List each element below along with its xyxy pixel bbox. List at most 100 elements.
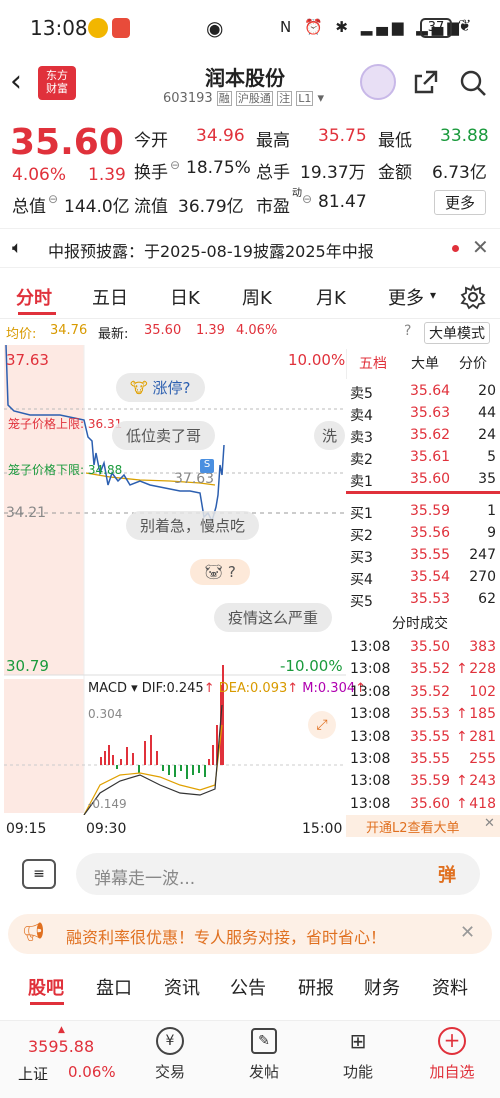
trade-time: 13:08 [350,639,391,655]
danmu-bubble[interactable]: 疫情这么严重 [214,603,333,632]
tab-monthly[interactable]: 月K [316,284,346,310]
content-tabs: 股吧 盘口 资讯 公告 研报 财务 资料 [0,962,500,1010]
tab-five-levels[interactable]: 五档 [359,353,387,373]
trade-button[interactable]: ¥ 交易 [130,1025,210,1082]
trade-volume: 383 [469,639,496,655]
settings-gear-icon[interactable] [460,284,486,310]
tab-handicap[interactable]: 盘口 [96,974,132,1000]
yen-icon: ¥ [156,1027,184,1055]
macd-bottom-label: -0.149 [88,797,127,811]
tab-finance[interactable]: 财务 [364,974,400,1000]
close-icon[interactable]: ✕ [460,922,475,943]
danmu-bubble[interactable]: 🐷︎ ? [190,559,250,585]
macd-header: MACD ▾ DIF:0.245↑ DEA:0.093↑ M:0.304↑ [88,681,367,696]
macd-bar [174,765,176,777]
danmu-send-button[interactable]: 弹 [438,861,456,887]
big-order-mode-button[interactable]: 大单模式 [424,322,490,344]
ask-row[interactable]: 卖1 35.60 35 [348,469,498,491]
tab-research[interactable]: 研报 [298,974,334,1000]
tag-connect: 沪股通 [235,91,273,106]
macd-bar [168,765,170,775]
chevron-down-icon[interactable]: ▾ [430,288,436,302]
tab-intraday[interactable]: 分时 [16,284,52,310]
danmu-input[interactable]: 弹幕走一波... 弹 [76,853,480,895]
trade-arrow: ↑ [456,795,468,812]
level-volume: 1 [487,503,496,519]
danmu-bubble[interactable]: 🐮︎ 涨停? [116,373,205,402]
macd-bar [144,741,146,765]
post-button[interactable]: ✎ 发帖 [224,1025,304,1082]
tab-daily[interactable]: 日K [170,284,200,310]
ask-row[interactable]: 卖4 35.63 44 [348,403,498,425]
tab-profile[interactable]: 资料 [432,974,468,1000]
tag-margin: 融 [216,91,232,106]
notice-bar[interactable]: 🔈︎ 中报预披露：于2025-08-19披露2025年中报 ✕ [0,228,500,268]
info-icon[interactable]: ⊖ [48,192,58,206]
chevron-down-icon[interactable]: ▾ [131,681,138,696]
battery-icon: 37 [420,18,452,38]
tab-big-orders[interactable]: 大单 [411,353,439,373]
tab-weekly[interactable]: 周K [242,284,272,310]
index-pct: 0.06% [68,1063,116,1081]
back-icon[interactable]: ‹ [10,64,22,99]
close-icon[interactable]: ✕ [484,816,495,831]
speaker-icon: 🔈︎ [12,238,23,258]
dea-value: DEA:0.093 [218,681,288,696]
more-button[interactable]: 更多 [434,190,487,215]
danmu-bubble[interactable]: 别着急，慢点吃 [126,511,260,540]
trade-volume: 243 [469,773,496,790]
level-price: 35.54 [410,569,451,585]
ask-row[interactable]: 卖2 35.61 5 [348,447,498,469]
time-start: 09:15 [6,821,47,837]
functions-button[interactable]: ⊞ 功能 [318,1025,398,1082]
tab-more[interactable]: 更多 [388,284,424,310]
info-icon[interactable]: ⊖ [170,158,180,172]
trade-time: 13:08 [350,751,391,767]
danmu-toggle-icon[interactable]: ≡ [22,859,56,889]
s-marker-icon[interactable]: S [200,459,214,473]
help-icon[interactable]: ? [404,323,411,339]
search-icon[interactable] [458,68,488,98]
bid-row[interactable]: 买4 35.54 270 [348,567,498,589]
level-label: 卖3 [350,430,373,446]
bid-row[interactable]: 买1 35.59 1 [348,501,498,523]
trade-time: 13:08 [350,706,391,723]
level-volume: 44 [478,405,496,421]
ask-row[interactable]: 卖5 35.64 20 [348,381,498,403]
tab-news[interactable]: 资讯 [164,974,200,1000]
unread-dot [452,245,459,252]
info-icon[interactable]: ⊖ [302,192,312,206]
pe-superscript: 动 [292,188,302,199]
trade-time: 13:08 [350,773,391,790]
trade-price: 35.52 [410,683,451,700]
share-icon[interactable] [412,68,440,96]
bid-row[interactable]: 买3 35.55 247 [348,545,498,567]
trade-time: 13:08 [350,661,391,678]
macd-bar [212,745,214,765]
danmu-bubble[interactable]: 低位卖了哥 [112,421,216,450]
l2-upsell[interactable]: 开通L2查看大单 ✕ [346,815,500,837]
trade-price: 35.59 [410,773,451,790]
level-label: 买5 [350,594,373,610]
chart-area: 均价: 34.76 最新: 35.60 1.39 4.06% ? 大单模式 37… [0,318,500,840]
index-widget[interactable]: ▲ 3595.88 上证 0.06% [12,1025,122,1091]
latest-pct: 4.06% [236,323,278,338]
bid-row[interactable]: 买2 35.56 9 [348,523,498,545]
add-watchlist-button[interactable]: + 加自选 [412,1025,492,1082]
tab-forum[interactable]: 股吧 [28,974,64,1000]
ask-row[interactable]: 卖3 35.62 24 [348,425,498,447]
tab-announcements[interactable]: 公告 [230,974,266,1000]
y-bottom-label: 30.79 [6,657,49,675]
tag-registered: 注 [277,91,293,106]
tab-five-day[interactable]: 五日 [92,284,128,310]
close-icon[interactable]: ✕ [472,235,489,259]
trade-price: 35.50 [410,639,451,655]
avatar[interactable] [360,64,396,100]
danmu-bubble[interactable]: 洗 [314,421,346,450]
chevron-down-icon[interactable]: ▾ [317,91,324,106]
promo-banner[interactable]: 📢︎ 融资利率很优惠！专人服务对接，省时省心！ ✕ [8,914,492,954]
cage-lower-label: 笼子价格下限: 34.88 [8,463,123,477]
expand-icon[interactable]: ⤢ [308,711,336,739]
tab-price-dist[interactable]: 分价 [459,353,487,373]
bid-row[interactable]: 买5 35.53 62 [348,589,498,611]
